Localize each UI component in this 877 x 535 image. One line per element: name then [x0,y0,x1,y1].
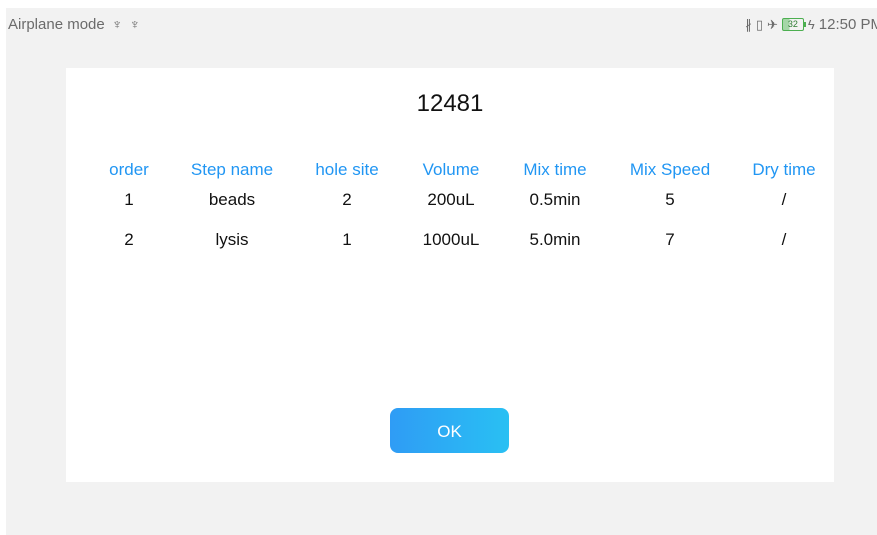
status-bar: Airplane mode ♆ ♆ ∦ ▯ ✈ 32 ϟ 12:50 PM [6,8,877,38]
step-details-dialog: 12481 order Step name hole site Volume M… [66,68,834,482]
status-left: Airplane mode ♆ ♆ [8,16,140,33]
ok-button[interactable]: OK [390,408,509,453]
cell-step-name: lysis [215,230,249,249]
table-header-row: order Step name hole site Volume Mix tim… [66,160,834,190]
battery-icon: 32 [781,18,806,31]
dialog-title: 12481 [416,90,484,117]
cell-volume: 1000uL [422,230,480,249]
steps-table: order Step name hole site Volume Mix tim… [66,160,834,270]
status-time: 12:50 PM [818,16,877,33]
cell-hole-site: 2 [342,190,352,209]
bluetooth-icon: ∦ [745,16,752,32]
screen: Airplane mode ♆ ♆ ∦ ▯ ✈ 32 ϟ 12:50 PM 12… [6,8,877,535]
table-row: 2 lysis 1 1000uL 5.0min 7 / [66,230,834,270]
cell-volume: 200uL [427,190,475,209]
airplane-mode-label: Airplane mode [8,16,105,33]
cell-order: 1 [124,190,134,209]
table-row: 1 beads 2 200uL 0.5min 5 / [66,190,834,230]
column-header-hole-site: hole site [315,160,379,179]
cell-mix-time: 5.0min [529,230,581,249]
cell-dry-time: / [781,190,787,209]
column-header-mix-time: Mix time [523,160,587,179]
cell-hole-site: 1 [342,230,352,249]
cell-order: 2 [124,230,134,249]
status-right: ∦ ▯ ✈ 32 ϟ 12:50 PM [745,16,877,33]
cell-mix-speed: 7 [665,230,675,249]
column-header-step-name: Step name [190,160,274,179]
charging-icon: ϟ [807,17,815,32]
airplane-icon: ✈ [766,16,778,32]
column-header-dry-time: Dry time [752,160,816,179]
column-header-order: order [109,160,149,179]
column-header-mix-speed: Mix Speed [629,160,711,179]
cell-mix-time: 0.5min [529,190,581,209]
usb-icon: ♆ [129,16,141,32]
column-header-volume: Volume [422,160,480,179]
vibrate-icon: ▯ [755,16,763,32]
cell-step-name: beads [208,190,256,209]
cell-mix-speed: 5 [665,190,675,209]
table-clip [820,160,834,190]
usb-icon: ♆ [111,16,123,32]
cell-dry-time: / [781,230,787,249]
